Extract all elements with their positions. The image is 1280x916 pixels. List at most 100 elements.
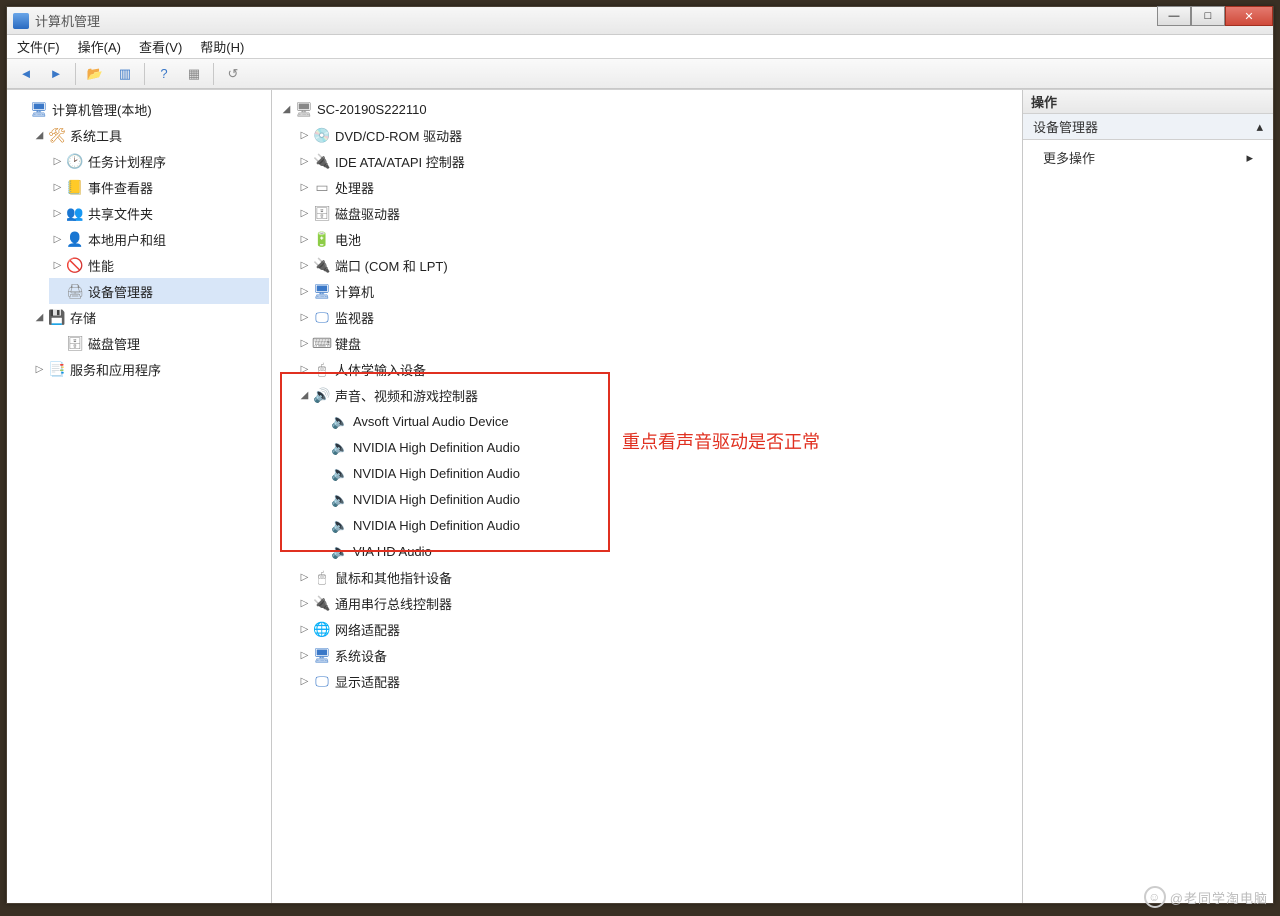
up-button[interactable]: 📂 [82, 62, 108, 86]
collapse-icon[interactable]: ◢ [33, 129, 46, 142]
scan-button[interactable]: ↺ [220, 62, 246, 86]
expand-icon[interactable]: ▷ [298, 571, 311, 584]
tree-label: 计算机管理(本地) [52, 100, 152, 119]
menu-view[interactable]: 查看(V) [139, 37, 182, 56]
expand-icon[interactable]: ▷ [298, 649, 311, 662]
device-hid[interactable]: ▷🖱人体学输入设备 [296, 356, 1020, 382]
properties-button[interactable]: ▦ [181, 62, 207, 86]
device-system[interactable]: ▷🖥系统设备 [296, 642, 1020, 668]
device-keyboards[interactable]: ▷⌨键盘 [296, 330, 1020, 356]
tree-shared-folders[interactable]: ▷👥共享文件夹 [49, 200, 269, 226]
speaker-icon: 🔈 [331, 412, 349, 430]
arrow-right-icon: ► [50, 66, 63, 81]
tree-task-scheduler[interactable]: ▷🕑任务计划程序 [49, 148, 269, 174]
tree-label: NVIDIA High Definition Audio [353, 440, 520, 455]
actions-more[interactable]: 更多操作 ▸ [1023, 140, 1273, 175]
services-icon: 📑 [48, 360, 66, 378]
tree-services-apps[interactable]: ▷📑服务和应用程序 [31, 356, 269, 382]
forward-button[interactable]: ► [43, 62, 69, 86]
tree-device-manager[interactable]: ▷🖨设备管理器 [49, 278, 269, 304]
expand-icon[interactable]: ▷ [298, 233, 311, 246]
device-usb[interactable]: ▷🔌通用串行总线控制器 [296, 590, 1020, 616]
device-sound-child[interactable]: ▷🔈NVIDIA High Definition Audio [314, 512, 1020, 538]
device-ports[interactable]: ▷🔌端口 (COM 和 LPT) [296, 252, 1020, 278]
tree-label: 人体学输入设备 [335, 360, 426, 379]
tree-event-viewer[interactable]: ▷📒事件查看器 [49, 174, 269, 200]
back-button[interactable]: ◄ [13, 62, 39, 86]
expand-icon[interactable]: ▷ [298, 337, 311, 350]
folder-up-icon: 📂 [87, 66, 103, 82]
event-icon: 📒 [66, 178, 84, 196]
device-disk-drive[interactable]: ▷🗄磁盘驱动器 [296, 200, 1020, 226]
tree-disk-management[interactable]: ▷🗄磁盘管理 [49, 330, 269, 356]
device-sound-child[interactable]: ▷🔈NVIDIA High Definition Audio [314, 486, 1020, 512]
device-root[interactable]: ◢🖥SC-20190S222110 [278, 96, 1020, 122]
tree-system-tools[interactable]: ◢🛠 系统工具 [31, 122, 269, 148]
titlebar: 计算机管理 — □ ✕ [7, 7, 1273, 35]
help-button[interactable]: ? [151, 62, 177, 86]
tools-icon: 🛠 [48, 126, 66, 144]
collapse-icon[interactable]: ◢ [280, 103, 293, 116]
expand-icon[interactable]: ▷ [298, 597, 311, 610]
device-network[interactable]: ▷🌐网络适配器 [296, 616, 1020, 642]
collapse-icon[interactable]: ◢ [298, 389, 311, 402]
device-mouse[interactable]: ▷🖱鼠标和其他指针设备 [296, 564, 1020, 590]
collapse-icon[interactable]: ◢ [33, 311, 46, 324]
expand-icon[interactable]: ▷ [298, 155, 311, 168]
minimize-button[interactable]: — [1157, 6, 1191, 26]
expand-icon[interactable]: ▷ [298, 285, 311, 298]
expand-icon[interactable]: ▷ [298, 675, 311, 688]
tree-label: 端口 (COM 和 LPT) [335, 256, 448, 275]
device-ide[interactable]: ▷🔌IDE ATA/ATAPI 控制器 [296, 148, 1020, 174]
tree-label: 显示适配器 [335, 672, 400, 691]
tree-label: 通用串行总线控制器 [335, 594, 452, 613]
tree-local-users[interactable]: ▷👤本地用户和组 [49, 226, 269, 252]
help-icon: ? [160, 66, 167, 81]
ide-icon: 🔌 [313, 152, 331, 170]
device-dvd[interactable]: ▷💿DVD/CD-ROM 驱动器 [296, 122, 1020, 148]
tree-root-computer-management[interactable]: ▷🖥 计算机管理(本地) [13, 96, 269, 122]
expand-icon[interactable]: ▷ [298, 311, 311, 324]
panel-icon: ▥ [119, 66, 131, 82]
device-display[interactable]: ▷🖵显示适配器 [296, 668, 1020, 694]
tree-performance[interactable]: ▷🚫性能 [49, 252, 269, 278]
device-cpu[interactable]: ▷▭处理器 [296, 174, 1020, 200]
expand-icon[interactable]: ▷ [51, 259, 64, 272]
device-computers[interactable]: ▷🖥计算机 [296, 278, 1020, 304]
device-sound-child[interactable]: ▷🔈NVIDIA High Definition Audio [314, 460, 1020, 486]
expand-icon[interactable]: ▷ [298, 207, 311, 220]
expand-icon[interactable]: ▷ [298, 129, 311, 142]
expand-icon[interactable]: ▷ [51, 155, 64, 168]
expand-icon[interactable]: ▷ [51, 233, 64, 246]
left-tree-panel: ▷🖥 计算机管理(本地) ◢🛠 系统工具 ▷🕑任务计划程序 ▷📒事件查看器 [7, 90, 272, 903]
device-manager-icon: 🖨 [66, 282, 84, 300]
disk-drive-icon: 🗄 [313, 204, 331, 222]
device-sound[interactable]: ◢🔊声音、视频和游戏控制器 [296, 382, 1020, 408]
device-monitors[interactable]: ▷🖵监视器 [296, 304, 1020, 330]
tree-label: NVIDIA High Definition Audio [353, 466, 520, 481]
expand-icon[interactable]: ▷ [33, 363, 46, 376]
expand-icon[interactable]: ▷ [51, 207, 64, 220]
close-button[interactable]: ✕ [1225, 6, 1273, 26]
actions-more-label: 更多操作 [1043, 148, 1095, 167]
menu-file[interactable]: 文件(F) [17, 37, 60, 56]
tree-label: 键盘 [335, 334, 361, 353]
actions-context[interactable]: 设备管理器 ▴ [1023, 114, 1273, 140]
clock-icon: 🕑 [66, 152, 84, 170]
tree-label: 磁盘驱动器 [335, 204, 400, 223]
maximize-button[interactable]: □ [1191, 6, 1225, 26]
device-battery[interactable]: ▷🔋电池 [296, 226, 1020, 252]
tree-storage[interactable]: ◢💾 存储 [31, 304, 269, 330]
expand-icon[interactable]: ▷ [298, 363, 311, 376]
expand-icon[interactable]: ▷ [51, 181, 64, 194]
expand-icon[interactable]: ▷ [298, 623, 311, 636]
expand-icon[interactable]: ▷ [298, 181, 311, 194]
cpu-icon: ▭ [313, 178, 331, 196]
tree-label: IDE ATA/ATAPI 控制器 [335, 152, 465, 171]
separator [75, 63, 76, 85]
device-sound-child[interactable]: ▷🔈VIA HD Audio [314, 538, 1020, 564]
show-hide-button[interactable]: ▥ [112, 62, 138, 86]
expand-icon[interactable]: ▷ [298, 259, 311, 272]
menu-help[interactable]: 帮助(H) [200, 37, 244, 56]
menu-action[interactable]: 操作(A) [78, 37, 121, 56]
